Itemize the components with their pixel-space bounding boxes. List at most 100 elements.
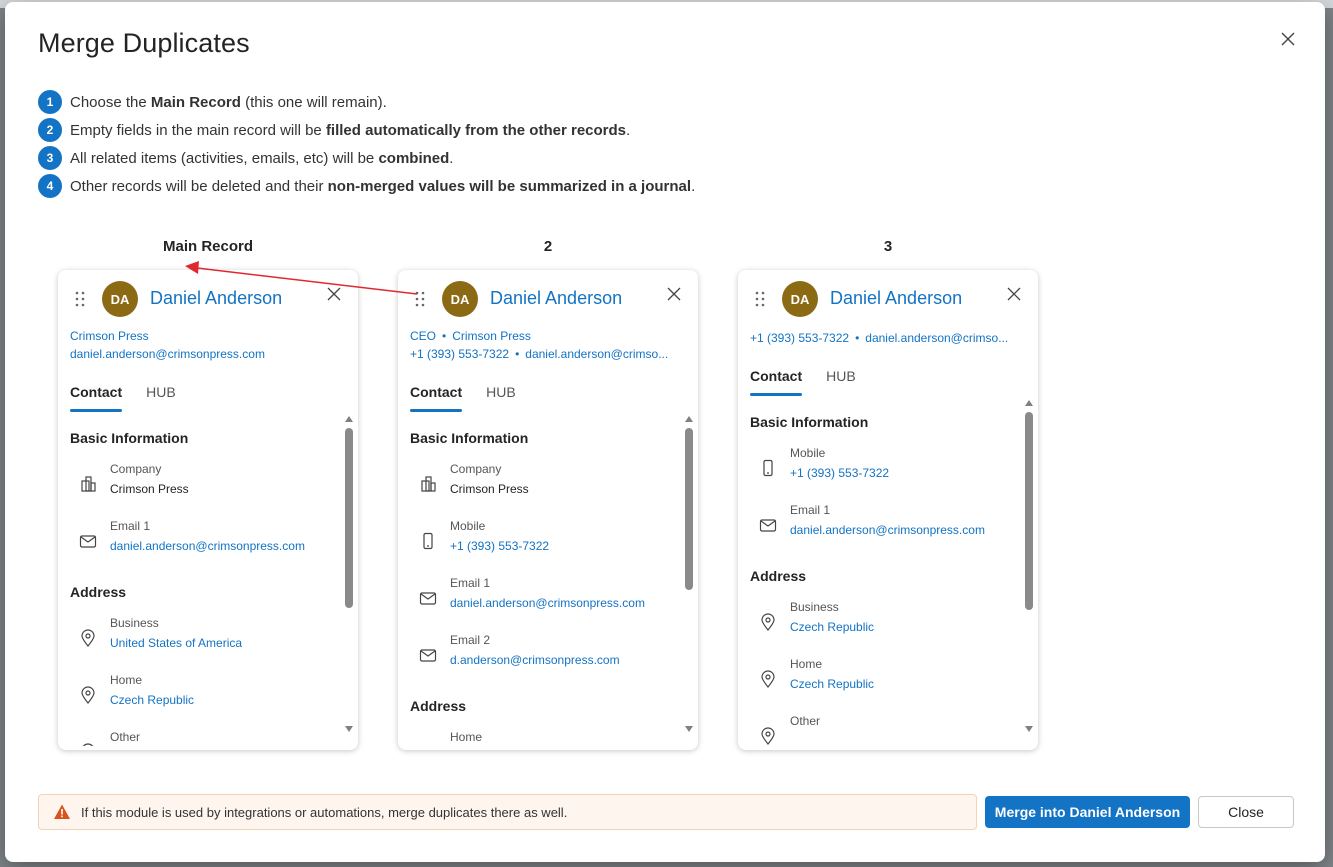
scrollbar[interactable] [684,416,694,732]
scroll-down-arrow-icon[interactable] [1025,726,1033,732]
email-value-link[interactable]: daniel.anderson@crimsonpress.com [790,523,985,537]
step-text: Empty fields in the main record will be … [70,121,631,139]
tab-hub[interactable]: HUB [146,384,176,412]
instruction-step: 1 Choose the Main Record (this one will … [38,88,695,116]
field-label: Email 2 [450,633,491,647]
avatar: DA [442,281,478,317]
field-label: Mobile [790,446,826,460]
field-company: Company Crimson Press [70,462,340,506]
email-value-link[interactable]: daniel.anderson@crimsonpress.com [110,539,305,553]
field-value: Crimson Press [110,482,189,496]
field-label: Home [450,730,483,744]
remove-record-close-icon[interactable] [326,286,344,304]
job-title-link[interactable]: CEO [410,329,436,343]
dialog-close-icon[interactable] [1277,28,1299,50]
field-label: Business [790,600,839,614]
drag-handle-icon[interactable] [413,290,427,308]
section-title: Address [410,698,467,714]
merge-duplicates-dialog: Merge Duplicates 1 Choose the Main Recor… [5,2,1325,862]
email-link[interactable]: daniel.anderson@crimso... [865,331,1008,345]
phone-value-link[interactable]: +1 (393) 553-7322 [790,466,889,480]
location-pin-icon [82,743,94,746]
scroll-up-arrow-icon[interactable] [1025,400,1033,406]
tab-hub[interactable]: HUB [486,384,516,412]
scroll-down-arrow-icon[interactable] [345,726,353,732]
scrollbar-thumb[interactable] [345,428,353,608]
section-title: Basic Information [70,430,189,446]
scroll-up-arrow-icon[interactable] [345,416,353,422]
section-title: Basic Information [750,414,869,430]
phone-value-link[interactable]: +1 (393) 553-7322 [450,539,549,553]
scroll-up-arrow-icon[interactable] [685,416,693,422]
record-card-3: DA Daniel Anderson +1 (393) 553-7322 • dan… [738,270,1038,750]
record-name-link[interactable]: Daniel Anderson [830,288,962,309]
record-card-main: DA Daniel Anderson Crimson Press daniel.… [58,270,358,750]
field-label: Business [110,616,159,630]
section-title: Address [70,584,127,600]
tab-hub[interactable]: HUB [826,368,856,396]
email-value-link[interactable]: d.anderson@crimsonpress.com [450,653,620,667]
building-icon [81,476,96,492]
mail-icon [419,649,437,662]
field-email-1: Email 1 daniel.anderson@crimsonpress.com [70,519,340,563]
field-address-business: Business United States of America [70,616,340,660]
email-link[interactable]: daniel.anderson@crimsonpress.com [70,347,265,361]
scrollbar[interactable] [1024,400,1034,732]
field-label: Email 1 [110,519,151,533]
tab-contact[interactable]: Contact [410,384,463,412]
merge-button[interactable]: Merge into Daniel Anderson [985,796,1190,828]
phone-link[interactable]: +1 (393) 553-7322 [750,331,849,345]
record-name-link[interactable]: Daniel Anderson [490,288,622,309]
record-name-link[interactable]: Daniel Anderson [150,288,282,309]
record-meta-line: Crimson Press [70,329,149,343]
field-value: Crimson Press [450,482,529,496]
email-value-link[interactable]: daniel.anderson@crimsonpress.com [450,596,645,610]
step-number-badge: 2 [38,118,62,142]
tab-contact[interactable]: Contact [750,368,803,396]
mobile-phone-icon [763,459,773,477]
record-meta-line: CEO • Crimson Press [410,329,531,343]
scrollbar-thumb[interactable] [1025,412,1033,610]
record-tabs: Contact HUB [750,368,880,396]
company-link[interactable]: Crimson Press [70,329,149,343]
mobile-phone-icon [423,532,433,550]
step-number-badge: 1 [38,90,62,114]
company-link[interactable]: Crimson Press [452,329,531,343]
field-company: Company Crimson Press [410,462,680,506]
drag-handle-icon[interactable] [753,290,767,308]
step-number-badge: 4 [38,174,62,198]
field-address-other: Other [70,730,340,746]
building-icon [421,476,436,492]
address-value-link[interactable]: United States of America [110,636,242,650]
scroll-down-arrow-icon[interactable] [685,726,693,732]
field-label: Other [110,730,141,744]
remove-record-close-icon[interactable] [666,286,684,304]
scrollbar-thumb[interactable] [685,428,693,590]
phone-link[interactable]: +1 (393) 553-7322 [410,347,509,361]
location-pin-icon [81,686,95,704]
remove-record-close-icon[interactable] [1006,286,1024,304]
field-label: Company [110,462,162,476]
email-link[interactable]: daniel.anderson@crimso... [525,347,668,361]
field-label: Mobile [450,519,486,533]
record-fields-scroll[interactable]: Basic Information Company Crimson Press … [58,416,358,746]
field-address-other: Other [750,714,1020,746]
address-value-link[interactable]: Czech Republic [790,620,874,634]
warning-icon [54,804,70,819]
instruction-step: 4 Other records will be deleted and thei… [38,172,695,200]
drag-handle-icon[interactable] [73,290,87,308]
address-value-link[interactable]: Czech Republic [790,677,874,691]
record-fields-scroll[interactable]: Basic Information Mobile +1 (393) 553-73… [738,400,1038,746]
field-email-1: Email 1 daniel.anderson@crimsonpress.com [410,576,680,620]
close-button[interactable]: Close [1198,796,1294,828]
address-value-link[interactable]: Czech Republic [110,693,194,707]
field-label: Home [110,673,143,687]
notice-text: If this module is used by integrations o… [81,804,568,820]
record-fields-scroll[interactable]: Basic Information Company Crimson Press … [398,416,698,746]
section-title: Basic Information [410,430,529,446]
field-address-business: Business Czech Republic [750,600,1020,644]
scrollbar[interactable] [344,416,354,732]
tab-contact[interactable]: Contact [70,384,123,412]
field-label: Email 1 [790,503,831,517]
record-meta-line: +1 (393) 553-7322 • daniel.anderson@crimso… [410,347,669,361]
